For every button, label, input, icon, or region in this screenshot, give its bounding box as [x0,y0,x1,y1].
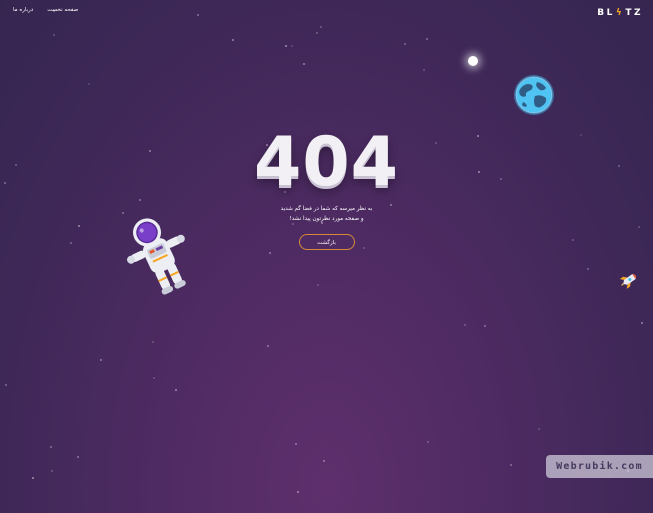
error-content: 404 به نظر میرسه که شما در فضا گم شدید و… [0,126,653,250]
star [175,389,177,391]
star [50,446,52,448]
star [295,443,297,445]
lightning-icon: ϟ [615,8,625,18]
star [404,43,406,45]
earth-icon [514,75,554,115]
star [5,384,7,386]
star [77,456,79,458]
star [197,14,199,16]
top-nav: درباره ما صفحه نخست [13,7,78,13]
back-button[interactable]: بازگشت [298,234,355,250]
brand-logo[interactable]: BL ϟ TZ [597,8,643,18]
error-code: 404 [254,123,399,202]
star [510,464,512,466]
star [297,491,299,493]
star [51,470,53,472]
watermark: Webrubik.com [546,455,653,478]
star [269,252,271,254]
star [538,428,540,430]
star [426,38,428,40]
star-field [0,0,653,513]
star [100,359,102,361]
star [316,32,318,34]
star [53,34,55,36]
logo-text-end: TZ [625,8,643,18]
star [641,322,643,324]
star [423,69,425,71]
star [32,477,34,479]
error-message: به نظر میرسه که شما در فضا گم شدید و صفح… [0,204,653,224]
star [88,83,90,85]
error-message-line2: و صفحه مورد نظرتون پیدا نشد! [289,216,364,222]
star [464,324,466,326]
logo-text-start: BL [597,8,615,18]
star [323,460,325,462]
nav-link-about[interactable]: درباره ما [13,7,33,13]
star [484,325,486,327]
star [153,377,155,379]
star [152,341,154,343]
star [267,345,269,347]
star [285,45,287,47]
rocket-icon [619,274,637,289]
star [427,441,429,443]
star [320,26,322,28]
star [303,63,305,65]
star [232,39,234,41]
moon-icon [468,56,478,66]
error-message-line1: به نظر میرسه که شما در فضا گم شدید [280,206,373,212]
star [587,268,589,270]
star [291,45,293,47]
star [317,284,319,286]
nav-link-home[interactable]: صفحه نخست [47,7,78,13]
